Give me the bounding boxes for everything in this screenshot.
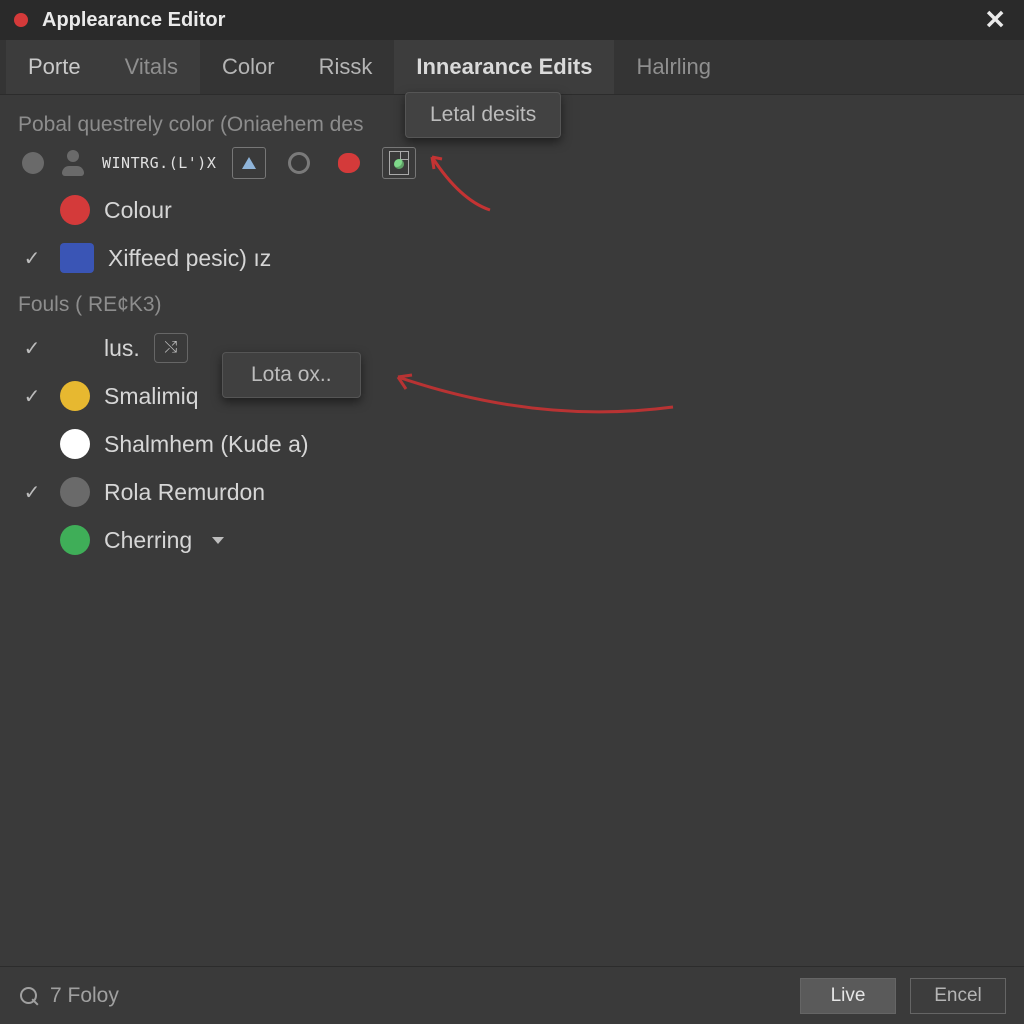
red-blob-icon [338, 153, 360, 173]
list-item-colour[interactable]: Colour [18, 189, 1006, 231]
tab-color[interactable]: Color [200, 40, 297, 94]
check-icon: ✓ [18, 246, 46, 271]
window-indicator-dot [14, 13, 28, 27]
list-item-label: lus. [104, 335, 140, 362]
check-icon: ✓ [18, 336, 46, 361]
tab-porte[interactable]: Porte [6, 40, 103, 94]
tab-halrling[interactable]: Halrling [614, 40, 733, 94]
check-icon: ✓ [18, 384, 46, 409]
footer-status-text: 7 Foloy [50, 984, 119, 1008]
close-icon[interactable]: ✕ [976, 1, 1014, 40]
check-icon: ✓ [18, 480, 46, 505]
list-item-label: Smalimiq [104, 383, 199, 410]
titlebar: Applearance Editor ✕ [0, 0, 1024, 40]
live-button[interactable]: Live [800, 978, 896, 1014]
cancel-button[interactable]: Encel [910, 978, 1006, 1014]
toolbar-row: WINTRG.(L')X [22, 147, 1006, 179]
footer-bar: 7 Foloy Live Encel [0, 966, 1024, 1024]
file-green-tool-button[interactable] [382, 147, 416, 179]
file-green-icon [389, 151, 409, 175]
small-circle-icon[interactable] [22, 152, 44, 174]
list-item-xiffeed[interactable]: ✓ Xiffeed pesic) ız [18, 237, 1006, 279]
list-item-lus[interactable]: ✓ lus. ⤭ [18, 327, 1006, 369]
swatch-yellow[interactable] [60, 381, 90, 411]
red-blob-tool-button[interactable] [332, 147, 366, 179]
footer-status: 7 Foloy [18, 984, 119, 1008]
section-heading-fouls: Fouls ( RE¢K3) [18, 293, 1006, 317]
list-item-smalimiq[interactable]: ✓ Smalimiq [18, 375, 1006, 417]
chevron-down-icon[interactable] [212, 537, 224, 544]
list-item-rola-remurdon[interactable]: ✓ Rola Remurdon [18, 471, 1006, 513]
triangle-icon [242, 157, 256, 169]
list-item-label: Cherring [104, 527, 192, 554]
tab-vitals[interactable]: Vitals [103, 40, 200, 94]
window-title: Applearance Editor [42, 9, 225, 32]
toolbar-label: WINTRG.(L')X [102, 154, 216, 172]
swatch-green[interactable] [60, 525, 90, 555]
person-icon[interactable] [60, 150, 86, 176]
swatch-white[interactable] [60, 429, 90, 459]
shuffle-mini-button[interactable]: ⤭ [154, 333, 188, 363]
list-item-shalmhem[interactable]: Shalmhem (Kude a) [18, 423, 1006, 465]
list-item-label: Colour [104, 197, 172, 224]
list-item-label: Rola Remurdon [104, 479, 265, 506]
tab-innearance-edits[interactable]: Innearance Edits [394, 40, 614, 94]
tab-bar: Porte Vitals Color Rissk Innearance Edit… [0, 40, 1024, 95]
content-area: Pobal questrely color (Oniaehem des WINT… [0, 95, 1024, 561]
floating-tooltip[interactable]: Lota ox.. [222, 352, 361, 398]
list-item-label: Shalmhem (Kude a) [104, 431, 309, 458]
list-item-cherring[interactable]: Cherring [18, 519, 1006, 561]
tab-rissk[interactable]: Rissk [297, 40, 395, 94]
swatch-red[interactable] [60, 195, 90, 225]
search-icon[interactable] [18, 985, 40, 1007]
circle-outline-icon [288, 152, 310, 174]
swatch-grey[interactable] [60, 477, 90, 507]
circle-outline-tool-button[interactable] [282, 147, 316, 179]
list-item-label: Xiffeed pesic) ız [108, 245, 271, 272]
section-heading-top: Pobal questrely color (Oniaehem des [18, 113, 1006, 137]
triangle-tool-button[interactable] [232, 147, 266, 179]
swatch-blue-square[interactable] [60, 243, 94, 273]
